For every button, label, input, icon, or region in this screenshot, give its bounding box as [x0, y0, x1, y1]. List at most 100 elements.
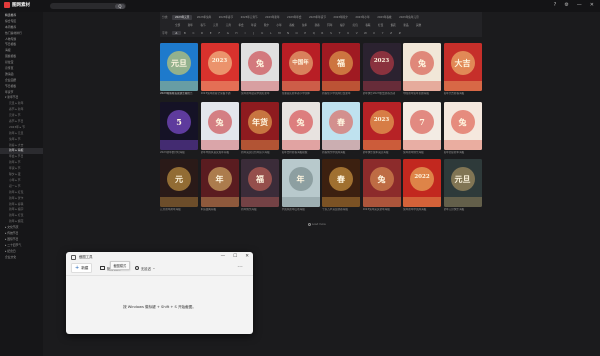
filter-subtag[interactable]: 全部	[172, 23, 183, 28]
filter-subtag[interactable]: 福字	[337, 23, 348, 28]
filter-letter[interactable]: N	[284, 31, 293, 35]
filter-letter[interactable]: M	[275, 31, 284, 35]
material-card[interactable]: 2023 2023兔年新春全家福卡通	[200, 43, 239, 96]
card-caption[interactable]: 中国风新年山水海报	[282, 208, 320, 212]
filter-subtag[interactable]: 灯笼	[375, 23, 386, 28]
card-thumbnail[interactable]: 福	[241, 159, 279, 207]
card-thumbnail[interactable]: 兔	[200, 102, 239, 150]
material-card[interactable]: 春千家万户喜迎新春海报	[322, 159, 360, 212]
load-more[interactable]: Load more	[308, 223, 326, 226]
filter-letter[interactable]: V	[352, 31, 361, 35]
card-caption[interactable]: 千家万户喜迎新春海报	[322, 208, 360, 212]
material-card[interactable]: 年货 新年喜庆红色年货节海报	[241, 102, 279, 155]
material-card[interactable]: 2023 新年快乐2023聚会新春活动	[362, 43, 401, 96]
card-thumbnail[interactable]: 兔	[403, 43, 441, 91]
filter-letter[interactable]: #	[395, 31, 404, 35]
card-caption[interactable]: 2023年兔年元旦快乐海报	[160, 92, 198, 96]
filter-letter[interactable]: I	[241, 31, 250, 35]
filter-letter[interactable]: S	[327, 31, 336, 35]
card-thumbnail[interactable]: 2022	[403, 159, 441, 207]
filter-subtag[interactable]: 除夕	[261, 23, 272, 28]
filter-subtag[interactable]: 春晚	[286, 23, 297, 28]
card-thumbnail[interactable]: 7	[403, 102, 441, 150]
card-thumbnail[interactable]: 2023	[362, 102, 401, 150]
close-icon[interactable]: ✕	[590, 2, 594, 9]
card-thumbnail[interactable]: 春	[322, 159, 360, 207]
card-caption[interactable]: 兔年吉祥新春海报模板	[282, 151, 320, 155]
snip-close-icon[interactable]: ✕	[245, 254, 249, 259]
card-thumbnail[interactable]: 元旦	[443, 159, 482, 207]
filter-letter[interactable]: L	[267, 31, 276, 35]
filter-subtag[interactable]: 烟花	[388, 23, 399, 28]
filter-letter[interactable]: X	[370, 31, 379, 35]
filter-subtag[interactable]: 红包	[350, 23, 361, 28]
filter-tag[interactable]: 2023年新年	[262, 15, 282, 20]
card-thumbnail[interactable]: 福	[322, 43, 360, 91]
filter-tag[interactable]: 2023年小年	[352, 15, 372, 20]
filter-subtag[interactable]: 春联	[362, 23, 373, 28]
card-caption[interactable]: 兔年新年中国风海报	[403, 208, 441, 212]
filter-tag[interactable]: 2023年兔年元旦	[396, 15, 422, 20]
material-card[interactable]: 大吉 兔年大吉新春海报	[443, 43, 482, 96]
card-caption[interactable]: 元旦新年跨年海报	[160, 208, 198, 212]
filter-letter[interactable]: P	[301, 31, 310, 35]
card-caption[interactable]: 新春快乐中国风海报	[322, 151, 360, 155]
card-caption[interactable]: 兔年新年快乐海报	[403, 151, 441, 155]
material-card[interactable]: 兔兔年吉祥新春海报模板	[281, 102, 320, 155]
more-options-icon[interactable]: ···	[237, 264, 243, 270]
filter-letter[interactable]: W	[361, 31, 370, 35]
search-button[interactable]: Q	[115, 3, 125, 9]
filter-tag[interactable]: 2023年年会	[284, 15, 304, 20]
card-caption[interactable]: 新年快乐2023聚会新春活动	[363, 92, 401, 96]
filter-tag[interactable]: 2023年春晚	[374, 15, 394, 20]
card-thumbnail[interactable]: 年	[281, 159, 320, 207]
filter-tag[interactable]: 2023年元旦	[172, 14, 193, 20]
filter-subtag[interactable]: 新年	[185, 23, 196, 28]
material-card[interactable]: 年中国风新年山水海报	[281, 159, 320, 212]
card-caption[interactable]: 新年快乐兔年喜庆海报	[363, 151, 401, 155]
filter-letter[interactable]: K	[258, 31, 267, 35]
filter-subtag[interactable]: 兔年	[299, 23, 310, 28]
material-card[interactable]: 春新春快乐中国风海报	[322, 102, 360, 155]
card-thumbnail[interactable]: 大吉	[443, 43, 482, 91]
new-snip-button[interactable]: + 新建	[71, 263, 93, 273]
card-caption[interactable]: 兔年创意新年海报	[444, 151, 482, 155]
card-caption[interactable]: 2023兔年喜庆新年海报	[363, 208, 401, 212]
filter-letter[interactable]: H	[232, 31, 241, 35]
filter-subtag[interactable]: 小年	[274, 23, 285, 28]
material-card[interactable]: 年年货盛典海报	[200, 159, 239, 212]
filter-tag[interactable]: 2023年元宵节	[238, 15, 261, 20]
card-caption[interactable]: 兔年大吉新春海报	[444, 92, 482, 96]
material-card[interactable]: 元旦 2023年兔年元旦快乐海报	[160, 43, 198, 96]
card-caption[interactable]: 年货盛典海报	[201, 208, 239, 212]
filter-letter[interactable]: O	[292, 31, 301, 35]
card-caption[interactable]: 2023兔年新春全家福卡通	[201, 92, 239, 96]
minimize-icon[interactable]: —	[577, 2, 582, 9]
card-caption[interactable]: 国潮喜庆新年春节中国年	[282, 92, 320, 96]
filter-letter[interactable]: J	[249, 31, 258, 35]
material-card[interactable]: 2023 新年快乐兔年喜庆海报	[362, 102, 401, 155]
material-card[interactable]: 兔兔年创意新年海报	[443, 102, 482, 155]
filter-letter[interactable]: Z	[387, 31, 396, 35]
filter-tag[interactable]: 2023年除夕	[330, 15, 350, 20]
material-card[interactable]: 兔兔年新年窗花中国红新年	[241, 43, 279, 96]
material-card[interactable]: 元旦 新年元旦快乐海报	[443, 159, 482, 212]
snip-maximize-icon[interactable]: ☐	[233, 254, 237, 259]
material-card[interactable]: 中国年 国潮喜庆新年春节中国年	[281, 43, 320, 96]
filter-tag[interactable]: 2023年兔年	[194, 15, 214, 20]
filter-letter[interactable]: Y	[378, 31, 387, 35]
filter-letter[interactable]: C	[189, 31, 198, 35]
card-caption[interactable]: 中国新年兔年主题海报	[403, 92, 441, 96]
card-thumbnail[interactable]: 元旦	[160, 43, 198, 91]
card-caption[interactable]: 2023新年倒计时海报	[160, 151, 198, 155]
filter-tag[interactable]: 2023年年货节	[306, 15, 329, 20]
filter-subtag[interactable]: 年会	[235, 23, 246, 28]
card-thumbnail[interactable]: 2023	[362, 43, 401, 91]
app-logo[interactable]: 图网素材	[4, 2, 30, 8]
card-thumbnail[interactable]: 5	[160, 102, 198, 150]
filter-tag[interactable]: 2023年春节	[216, 15, 236, 20]
filter-letter[interactable]: B	[181, 31, 190, 35]
material-card[interactable]: 兔 2023兔年喜庆新年海报	[362, 159, 401, 212]
search-input[interactable]: Q	[50, 3, 126, 9]
filter-subtag[interactable]: 新品	[400, 23, 411, 28]
